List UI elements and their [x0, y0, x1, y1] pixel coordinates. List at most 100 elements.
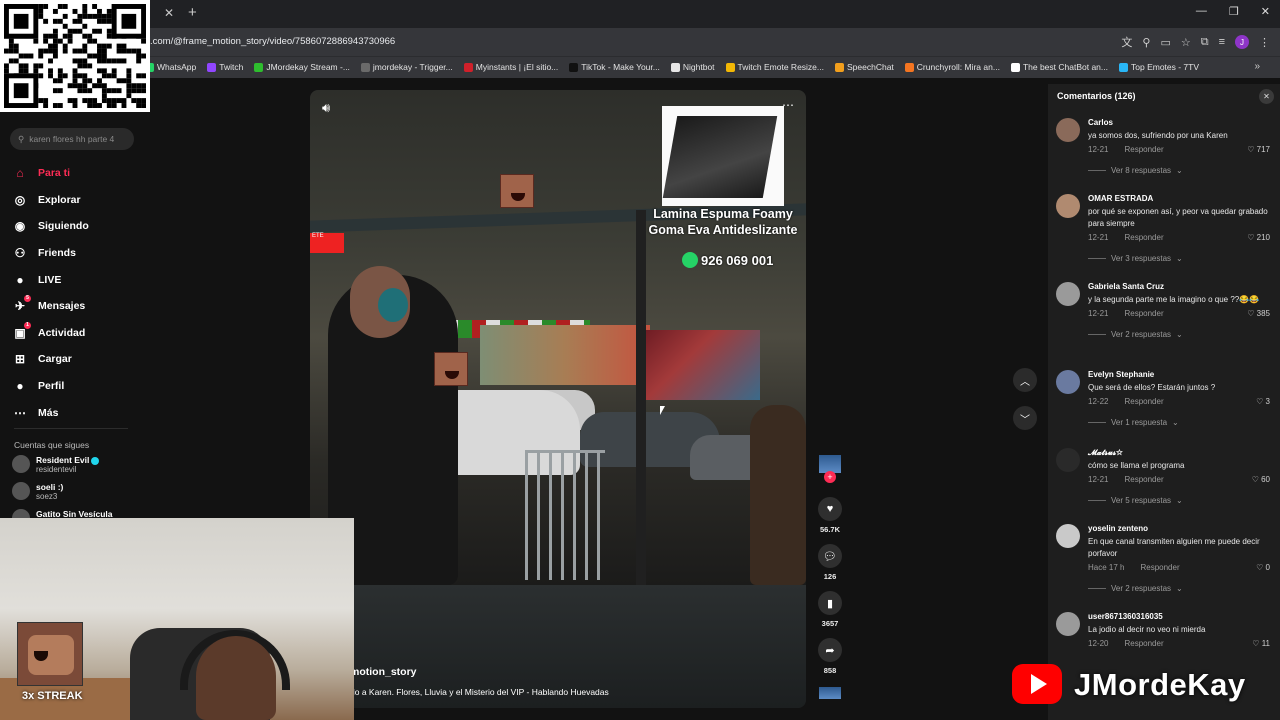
minimize-icon[interactable]: — [1196, 5, 1207, 18]
avatar[interactable] [1056, 118, 1080, 142]
close-icon[interactable]: ✕ [1259, 89, 1274, 104]
save-button[interactable]: ▮ 3657 [812, 591, 848, 628]
bookmark-item[interactable]: SpeechChat [835, 62, 894, 72]
creator-avatar[interactable]: + [812, 455, 848, 483]
sidebar-item-siguiendo[interactable]: ◉ Siguiendo [12, 213, 142, 240]
like-comment-button[interactable]: ♡ 3 [1256, 397, 1270, 407]
sidebar-item-live[interactable]: ● LIVE [12, 266, 142, 293]
like-comment-button[interactable]: ♡ 717 [1247, 145, 1270, 155]
reply-button[interactable]: Responder [1124, 397, 1163, 407]
restore-icon[interactable]: ❐ [1229, 5, 1239, 18]
bookmark-item[interactable]: Twitch [207, 62, 243, 72]
bookmark-item[interactable]: Top Emotes - 7TV [1119, 62, 1199, 72]
view-replies-button[interactable]: Ver 5 respuestas ⌄ [1088, 496, 1278, 505]
bookmark-item[interactable]: Myinstants | ¡El sitio... [463, 62, 558, 72]
comment-date: Hace 17 h [1088, 563, 1125, 572]
sidebar-item-actividad[interactable]: ▣ 1 Actividad [12, 320, 142, 347]
share-button[interactable]: ➦ 858 [812, 638, 848, 675]
bookmark-item[interactable]: Twitch Emote Resize... [725, 62, 824, 72]
following-account[interactable]: Resident Evil residentevil [12, 455, 142, 482]
comment-author[interactable]: Gabriela Santa Cruz [1088, 282, 1278, 292]
heart-outline-icon: ♡ [1256, 397, 1264, 406]
browser-menu-icon[interactable]: ⋮ [1259, 36, 1270, 49]
like-comment-button[interactable]: ♡ 11 [1252, 639, 1270, 649]
bookmark-item[interactable]: WhatsApp [145, 62, 196, 72]
more-options-icon[interactable]: ⋯ [782, 98, 794, 112]
bookmark-star-icon[interactable]: ☆ [1181, 36, 1191, 49]
view-replies-button[interactable]: Ver 8 respuestas ⌄ [1088, 166, 1278, 175]
following-account[interactable]: soeli :) soez3 [12, 482, 142, 509]
view-replies-button[interactable]: Ver 2 respuestas ⌄ [1088, 330, 1278, 339]
extensions-icon[interactable]: ⧉ [1201, 36, 1209, 49]
reply-button[interactable]: Responder [1140, 563, 1179, 573]
chevron-down-icon: ⌄ [1172, 418, 1179, 427]
bookmark-item[interactable]: JMordekay Stream -... [254, 62, 350, 72]
like-comment-button[interactable]: ♡ 210 [1247, 233, 1270, 243]
video-player[interactable]: Lamina Espuma Foamy Goma Eva Antidesliza… [310, 90, 806, 708]
reply-button[interactable]: Responder [1124, 145, 1163, 155]
view-replies-button[interactable]: Ver 3 respuestas ⌄ [1088, 254, 1278, 263]
profile-avatar[interactable]: J [1235, 35, 1249, 49]
avatar[interactable] [1056, 194, 1080, 218]
sidebar-item-para-ti[interactable]: ⌂ Para ti [12, 160, 142, 187]
upload-icon: ⊞ [14, 352, 26, 367]
chevron-down-icon: ⌄ [1176, 496, 1183, 505]
translate-icon[interactable]: 文 [1121, 34, 1132, 50]
close-window-icon[interactable]: ✕ [1261, 5, 1270, 18]
bookmark-favicon-icon [254, 62, 264, 72]
search-input[interactable]: ⚲ karen flores hh parte 4 [10, 128, 134, 150]
video-username[interactable]: motion_story [350, 666, 417, 678]
bookmark-favicon-icon [670, 62, 680, 72]
avatar[interactable] [1056, 612, 1080, 636]
bookmark-item[interactable]: TikTok - Make Your... [569, 62, 660, 72]
url-field[interactable]: .com/@frame_motion_story/video/758607288… [150, 36, 395, 47]
sidebar-item-mensajes[interactable]: ✈ 5 Mensajes [12, 293, 142, 320]
avatar[interactable] [1056, 370, 1080, 394]
heart-outline-icon: ♡ [1247, 145, 1255, 154]
reply-button[interactable]: Responder [1124, 475, 1163, 485]
reply-button[interactable]: Responder [1124, 309, 1163, 319]
comment-author[interactable]: yoselin zenteno [1088, 524, 1278, 534]
next-video-button[interactable]: ﹀ [1013, 406, 1037, 430]
comment-button[interactable]: 💬︎ 126 [812, 544, 848, 581]
new-tab-icon[interactable]: + [188, 4, 197, 21]
comment-author[interactable]: user8671360316035 [1088, 612, 1278, 622]
tab-search-icon[interactable]: ≡ [1219, 36, 1225, 48]
bookmark-item[interactable]: The best ChatBot an... [1010, 62, 1108, 72]
previous-video-button[interactable]: ︿ [1013, 368, 1037, 392]
avatar[interactable] [1056, 448, 1080, 472]
comment-likes: 717 [1256, 145, 1270, 154]
sidebar-item-cargar[interactable]: ⊞ Cargar [12, 346, 142, 373]
bookmarks-overflow-icon[interactable]: » [1254, 61, 1260, 72]
cast-icon[interactable]: ▭ [1160, 36, 1170, 49]
comments-title: Comentarios (126) [1057, 91, 1136, 101]
comment-author[interactable]: Evelyn Stephanie [1088, 370, 1278, 380]
bookmark-item[interactable]: Crunchyroll: Mira an... [904, 62, 1000, 72]
like-comment-button[interactable]: ♡ 60 [1252, 475, 1270, 485]
volume-icon[interactable]: 🔊︎ [322, 100, 330, 116]
tab-close-icon[interactable]: ✕ [164, 6, 174, 20]
bookmark-item[interactable]: jmordekay - Trigger... [360, 62, 453, 72]
comment-author[interactable]: OMAR ESTRADA [1088, 194, 1278, 204]
comment-likes: 60 [1261, 475, 1270, 484]
like-button[interactable]: ♥ 56.7K [812, 497, 848, 534]
sidebar-item-explorar[interactable]: ◎ Explorar [12, 187, 142, 214]
view-replies-button[interactable]: Ver 1 respuesta ⌄ [1088, 418, 1278, 427]
zoom-icon[interactable]: ⚲ [1142, 36, 1150, 49]
bookmark-item[interactable]: Nightbot [670, 62, 715, 72]
music-disc[interactable] [812, 687, 848, 699]
follow-plus-icon[interactable]: + [824, 471, 836, 483]
reply-button[interactable]: Responder [1124, 233, 1163, 243]
reply-button[interactable]: Responder [1124, 639, 1163, 649]
avatar[interactable] [1056, 524, 1080, 548]
sidebar-item-m-s[interactable]: ⋯ Más [12, 399, 142, 426]
view-replies-button[interactable]: Ver 2 respuestas ⌄ [1088, 584, 1278, 593]
bookmark-favicon-icon [1010, 62, 1020, 72]
like-comment-button[interactable]: ♡ 385 [1247, 309, 1270, 319]
comment-author[interactable]: 𝓜𝓪𝓽𝓼𝓾𝓼✩ [1088, 448, 1278, 458]
like-comment-button[interactable]: ♡ 0 [1256, 563, 1270, 573]
avatar[interactable] [1056, 282, 1080, 306]
sidebar-item-friends[interactable]: ⚇ Friends [12, 240, 142, 267]
comment-author[interactable]: Carlos [1088, 118, 1278, 128]
sidebar-item-perfil[interactable]: ● Perfil [12, 373, 142, 400]
